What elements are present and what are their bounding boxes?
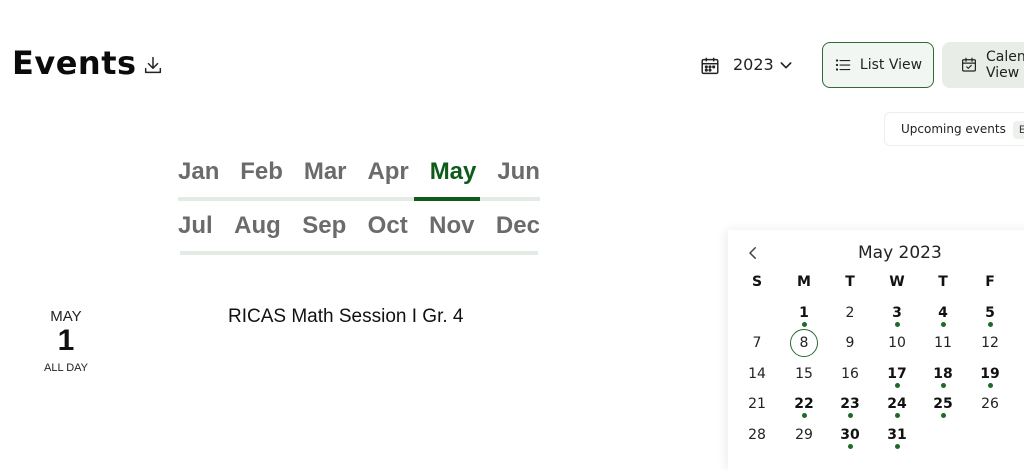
calendar-day-number: 1 bbox=[799, 305, 809, 321]
calendar-day-number: 4 bbox=[938, 305, 948, 321]
calendar-day[interactable]: 10 bbox=[882, 328, 912, 358]
month-jan[interactable]: Jan bbox=[178, 158, 219, 186]
event-time: ALL DAY bbox=[43, 362, 89, 374]
calendar-day-number: 2 bbox=[845, 305, 855, 321]
calendar-day[interactable]: 17 bbox=[882, 359, 912, 389]
calendar-day-number: 14 bbox=[748, 366, 766, 382]
calendar-day-number: 29 bbox=[795, 427, 813, 443]
calendar-day[interactable]: 9 bbox=[835, 328, 865, 358]
list-icon bbox=[835, 59, 851, 71]
month-jun[interactable]: Jun bbox=[497, 158, 540, 186]
month-nov[interactable]: Nov bbox=[429, 212, 474, 240]
calendar-day-number: 17 bbox=[887, 366, 907, 382]
calendar-day[interactable]: 29 bbox=[789, 420, 819, 450]
calendar-day[interactable]: 3 bbox=[882, 298, 912, 328]
page-title: Events bbox=[12, 44, 137, 82]
calendar-day-number: 11 bbox=[934, 335, 952, 351]
calendar-day-number: 23 bbox=[840, 396, 860, 412]
calendar-day[interactable]: 23 bbox=[835, 389, 865, 419]
calendar-day-number: 19 bbox=[980, 366, 1000, 382]
calendar-day[interactable]: 5 bbox=[975, 298, 1005, 328]
calendar-day[interactable]: 16 bbox=[835, 359, 865, 389]
month-oct[interactable]: Oct bbox=[368, 212, 408, 240]
calendar-day-number: 26 bbox=[981, 396, 999, 412]
calendar-day[interactable]: 24 bbox=[882, 389, 912, 419]
event-date-month: MAY bbox=[50, 308, 82, 325]
month-jul[interactable]: Jul bbox=[178, 212, 213, 240]
month-dec[interactable]: Dec bbox=[496, 212, 540, 240]
calendar-day-number: 5 bbox=[985, 305, 995, 321]
weekday-header: W bbox=[889, 274, 905, 290]
calendar-check-icon bbox=[962, 57, 976, 72]
month-may[interactable]: May bbox=[430, 158, 477, 186]
calendar-day[interactable]: 22 bbox=[789, 389, 819, 419]
month-feb[interactable]: Feb bbox=[240, 158, 283, 186]
calendar-day[interactable]: 19 bbox=[975, 359, 1005, 389]
mini-calendar-title: May 2023 bbox=[858, 243, 942, 263]
calendar-day[interactable]: 7 bbox=[742, 328, 772, 358]
calendar-day-number: 12 bbox=[981, 335, 999, 351]
calendar-icon bbox=[701, 57, 719, 75]
calendar-day[interactable]: 25 bbox=[928, 389, 958, 419]
calendar-day[interactable]: 11 bbox=[928, 328, 958, 358]
calendar-day-number: 21 bbox=[748, 396, 766, 412]
month-row-underline bbox=[180, 251, 538, 255]
year-select[interactable]: 2023 bbox=[733, 55, 794, 74]
calendar-view-button[interactable]: Calendar View bbox=[942, 42, 1024, 88]
calendar-day-number: 8 bbox=[790, 329, 818, 357]
weekday-header: F bbox=[985, 274, 995, 290]
calendar-day-number: 15 bbox=[795, 366, 813, 382]
calendar-day-number: 10 bbox=[888, 335, 906, 351]
calendar-day-number: 9 bbox=[845, 335, 855, 351]
month-aug[interactable]: Aug bbox=[234, 212, 281, 240]
calendar-day[interactable]: 15 bbox=[789, 359, 819, 389]
year-value: 2023 bbox=[733, 55, 774, 74]
calendar-day[interactable]: 28 bbox=[742, 420, 772, 450]
list-view-button[interactable]: List View bbox=[822, 42, 934, 88]
calendar-day-number: 3 bbox=[892, 305, 902, 321]
calendar-day-number: 7 bbox=[752, 335, 762, 351]
list-view-label: List View bbox=[859, 57, 923, 73]
calendar-day-number: 31 bbox=[887, 427, 907, 443]
event-title-link[interactable]: RICAS Math Session I Gr. 4 bbox=[228, 306, 463, 328]
month-sep[interactable]: Sep bbox=[302, 212, 346, 240]
event-date-day: 1 bbox=[57, 324, 75, 357]
calendar-view-label: Calendar View bbox=[986, 49, 1024, 81]
calendar-day[interactable]: 26 bbox=[975, 389, 1005, 419]
weekday-header: T bbox=[845, 274, 855, 290]
calendar-day[interactable]: 1 bbox=[789, 298, 819, 328]
calendar-day[interactable]: 12 bbox=[975, 328, 1005, 358]
calendar-day-number: 28 bbox=[748, 427, 766, 443]
calendar-day-number: 16 bbox=[841, 366, 859, 382]
calendar-day[interactable]: 18 bbox=[928, 359, 958, 389]
chevron-left-icon[interactable] bbox=[744, 243, 762, 263]
calendar-day[interactable]: 30 bbox=[835, 420, 865, 450]
calendar-day[interactable]: 2 bbox=[835, 298, 865, 328]
month-picker-row-1: Jan Feb Mar Apr May Jun bbox=[178, 158, 540, 186]
calendar-day-number: 25 bbox=[933, 396, 953, 412]
filter-chip[interactable]: E bbox=[1013, 121, 1024, 139]
calendar-day[interactable]: 21 bbox=[742, 389, 772, 419]
download-icon[interactable] bbox=[142, 54, 164, 76]
selected-month-indicator bbox=[414, 197, 480, 201]
weekday-header: M bbox=[797, 274, 811, 290]
chevron-down-icon bbox=[780, 61, 792, 68]
month-apr[interactable]: Apr bbox=[367, 158, 408, 186]
calendar-day-today[interactable]: 8 bbox=[789, 328, 819, 358]
calendar-day-number: 18 bbox=[933, 366, 953, 382]
month-picker-row-2: Jul Aug Sep Oct Nov Dec bbox=[178, 212, 540, 240]
month-mar[interactable]: Mar bbox=[304, 158, 347, 186]
calendar-day-number: 24 bbox=[887, 396, 907, 412]
month-row-underline bbox=[178, 197, 540, 201]
weekday-header: S bbox=[751, 274, 763, 290]
calendar-day-number: 22 bbox=[794, 396, 814, 412]
calendar-day[interactable]: 4 bbox=[928, 298, 958, 328]
calendar-day[interactable]: 14 bbox=[742, 359, 772, 389]
upcoming-events-tab[interactable]: Upcoming events bbox=[901, 122, 1006, 136]
calendar-day-number: 30 bbox=[840, 427, 860, 443]
calendar-day[interactable]: 31 bbox=[882, 420, 912, 450]
weekday-header: T bbox=[938, 274, 948, 290]
events-filter-tabs: Upcoming events E bbox=[884, 112, 1024, 146]
